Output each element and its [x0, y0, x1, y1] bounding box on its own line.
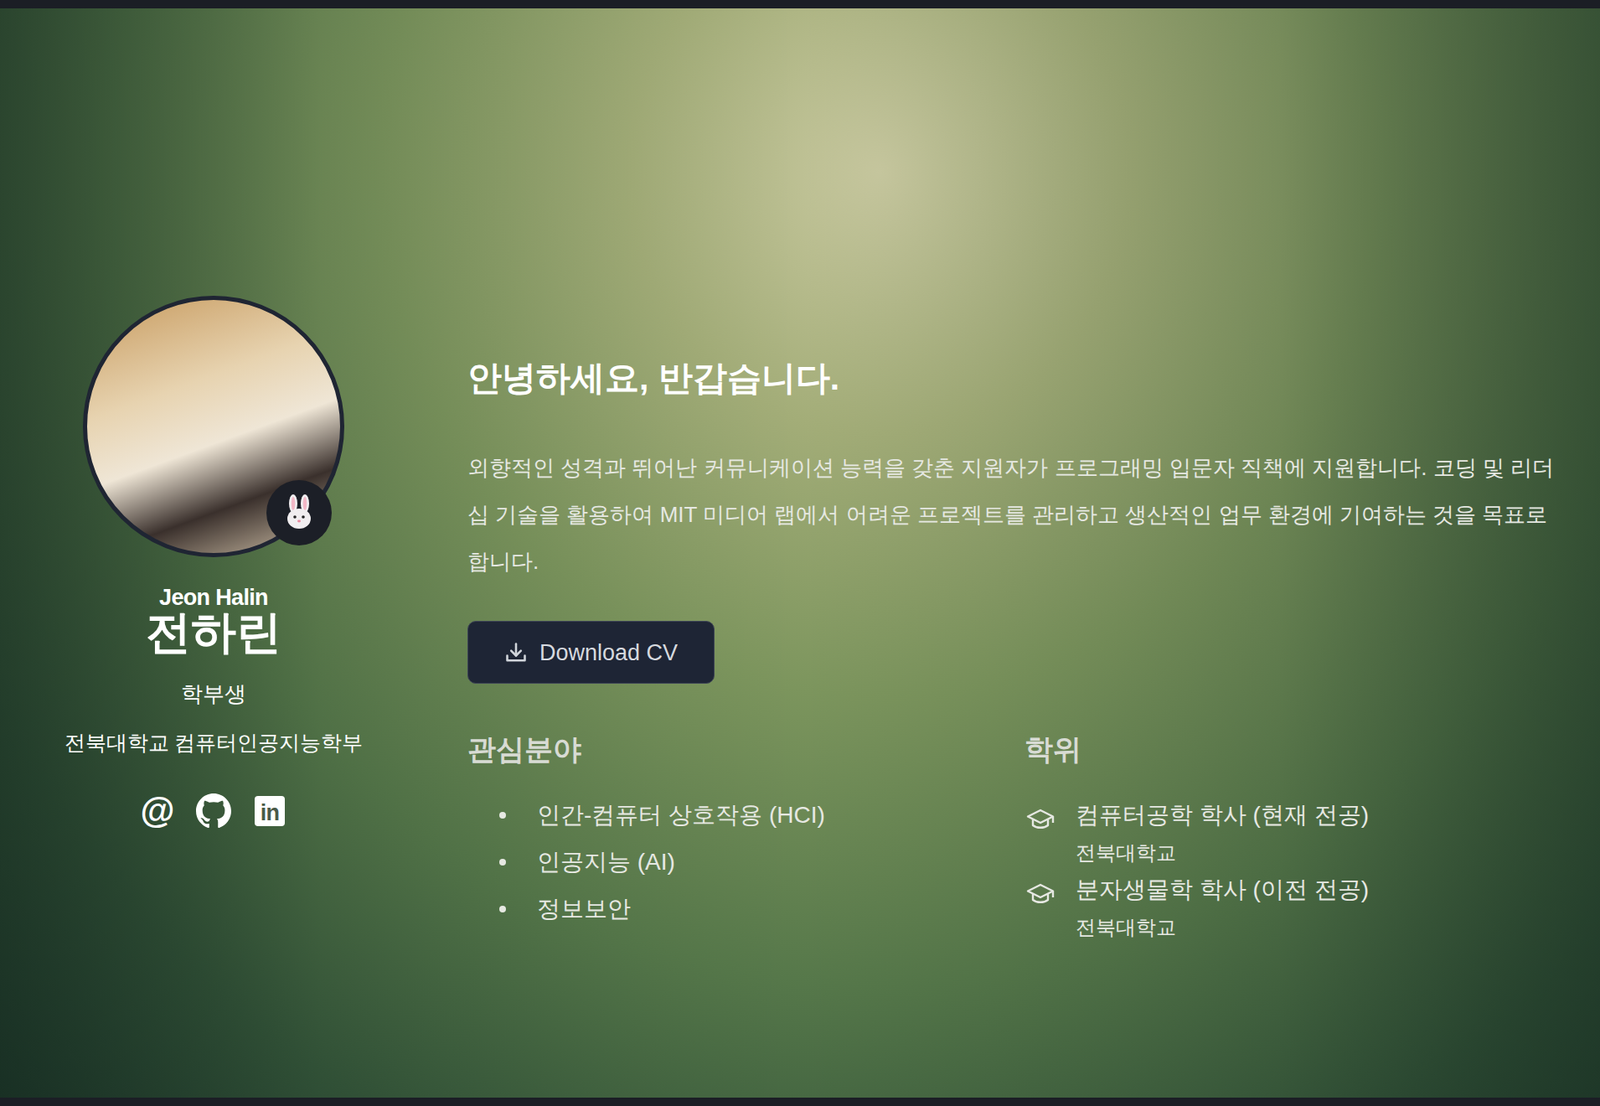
email-icon: @: [140, 792, 176, 830]
rabbit-icon: [279, 493, 319, 532]
social-link[interactable]: in: [251, 792, 289, 830]
degrees-list: 컴퓨터공학 학사 (현재 전공)전북대학교분자생물학 학사 (이전 전공)전북대…: [1024, 800, 1559, 940]
status-badge: [266, 480, 332, 546]
degree-text: 분자생물학 학사 (이전 전공) 전북대학교: [1075, 874, 1369, 940]
page: Jeon Halin전하린학부생전북대학교 컴퓨터인공지능학부 @ in 안녕하세요,…: [0, 8, 1600, 1098]
download-cv-button[interactable]: Download CV: [467, 620, 715, 684]
intro-title: 안녕하세요, 반갑습니다.: [467, 356, 1559, 399]
interest-label: 인공지능 (AI): [536, 846, 676, 878]
social-links: @ in: [139, 792, 289, 830]
details-grid: 관심분야인간-컴퓨터 상호작용 (HCI) 인공지능 (AI) 정보보안 학위컴퓨터공…: [467, 732, 1559, 940]
social-link[interactable]: [195, 792, 233, 830]
interest-item: 정보보안: [467, 885, 1025, 933]
bullet-icon: [499, 905, 506, 913]
degree-text: 컴퓨터공학 학사 (현재 전공) 전북대학교: [1075, 800, 1369, 866]
interest-item: 인간-컴퓨터 상호작용 (HCI): [467, 791, 1025, 839]
interests-section: 관심분야인간-컴퓨터 상호작용 (HCI) 인공지능 (AI) 정보보안: [467, 732, 1025, 940]
intro-body: 외향적인 성격과 뛰어난 커뮤니케이션 능력을 갖춘 지원자가 프로그래밍 입문…: [467, 443, 1559, 585]
name-english: Jeon Halin: [159, 585, 269, 610]
degree-school: 전북대학교: [1075, 914, 1369, 940]
hero: Jeon Halin전하린학부생전북대학교 컴퓨터인공지능학부 @ in 안녕하세요,…: [0, 8, 1600, 1098]
download-icon: [504, 640, 528, 665]
degree-name: 컴퓨터공학 학사 (현재 전공): [1075, 800, 1369, 831]
bullet-icon: [499, 858, 506, 866]
linkedin-label: in: [260, 800, 280, 826]
graduation-cap-icon: [1025, 805, 1056, 836]
bullet-icon: [499, 811, 506, 819]
degree-name: 분자생물학 학사 (이전 전공): [1075, 874, 1369, 905]
interest-item: 인공지능 (AI): [467, 838, 1025, 886]
graduation-cap-icon: [1025, 879, 1056, 910]
name-korean: 전하린: [145, 609, 282, 655]
avatar: [82, 295, 345, 558]
interests-list: 인간-컴퓨터 상호작용 (HCI) 인공지능 (AI) 정보보안: [467, 791, 1025, 933]
role: 학부생: [180, 680, 247, 708]
degrees-section: 학위컴퓨터공학 학사 (현재 전공)전북대학교분자생물학 학사 (이전 전공)전…: [1024, 732, 1559, 940]
affiliation: 전북대학교 컴퓨터인공지능학부: [64, 728, 364, 756]
degree-school: 전북대학교: [1075, 840, 1369, 866]
interests-title: 관심분야: [467, 732, 1025, 766]
degree-item: 컴퓨터공학 학사 (현재 전공) 전북대학교: [1024, 800, 1559, 866]
intro-column: 안녕하세요, 반갑습니다. 외향적인 성격과 뛰어난 커뮤니케이션 능력을 갖춘 …: [467, 8, 1600, 1098]
interest-label: 인간-컴퓨터 상호작용 (HCI): [536, 800, 826, 831]
degree-item: 분자생물학 학사 (이전 전공) 전북대학교: [1024, 874, 1559, 940]
interest-label: 정보보안: [536, 893, 631, 924]
download-cv-label: Download CV: [539, 638, 678, 667]
profile-column: Jeon Halin전하린학부생전북대학교 컴퓨터인공지능학부 @ in: [0, 8, 428, 1098]
linkedin-icon: in: [254, 795, 285, 826]
degrees-title: 학위: [1024, 732, 1559, 766]
social-link[interactable]: @: [139, 792, 176, 830]
github-icon: [196, 793, 232, 829]
